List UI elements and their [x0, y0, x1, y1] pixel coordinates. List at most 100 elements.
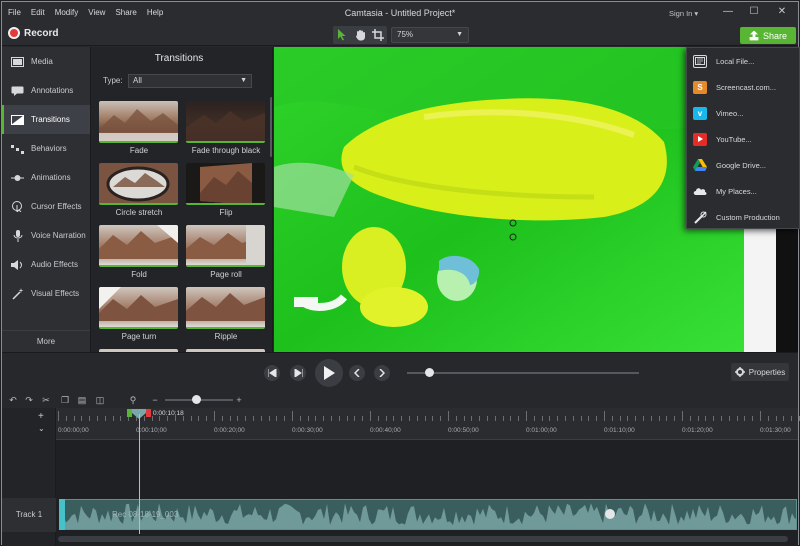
sidebar-item-animations[interactable]: Animations: [2, 163, 90, 192]
share-item-label: Google Drive...: [716, 160, 767, 170]
undo-icon[interactable]: ↶: [7, 394, 19, 406]
sidebar-item-cursor-effects[interactable]: Cursor Effects: [2, 192, 90, 221]
crop-icon[interactable]: [371, 28, 385, 42]
panel-title: Transitions: [154, 53, 204, 64]
record-label: Record: [24, 27, 59, 39]
menu-modify[interactable]: Modify: [55, 8, 79, 17]
ruler-tick: [292, 411, 293, 421]
record-icon: [8, 27, 20, 39]
sidebar-item-label: Behaviors: [31, 144, 67, 153]
transition-tile-circle-stretch[interactable]: Circle stretch: [99, 163, 179, 217]
more-button[interactable]: More: [2, 330, 90, 352]
menu-edit[interactable]: Edit: [31, 8, 45, 17]
paste-icon[interactable]: ▤: [76, 394, 88, 406]
transition-tile-page-roll[interactable]: Page roll: [186, 225, 266, 279]
sidebar-item-behaviors[interactable]: Behaviors: [2, 134, 90, 163]
previous-icon[interactable]: [349, 365, 365, 381]
redo-icon[interactable]: ↷: [23, 394, 35, 406]
cut-icon[interactable]: ✂: [40, 394, 52, 406]
share-screencast[interactable]: S Screencast.com...: [687, 74, 799, 100]
split-icon[interactable]: ◫: [94, 394, 106, 406]
menu-help[interactable]: Help: [147, 8, 163, 17]
ruler-tick: [401, 416, 403, 421]
ruler-tick-label: 0:00:10;00: [136, 427, 167, 434]
ruler-tick: [338, 416, 340, 421]
google-drive-icon: [693, 159, 707, 172]
step-back-icon[interactable]: [264, 365, 280, 381]
playhead-line: [139, 414, 140, 534]
sidebar-item-label: Annotations: [31, 86, 74, 95]
sidebar-item-visual-effects[interactable]: Visual Effects: [2, 279, 90, 308]
type-select[interactable]: All ▼: [128, 74, 252, 88]
step-forward-icon[interactable]: [290, 365, 306, 381]
chevron-down-icon: ▼: [456, 31, 463, 38]
ruler-tick: [120, 416, 122, 421]
sign-in-link[interactable]: Sign In ▾: [669, 9, 698, 18]
transition-tile-page-turn[interactable]: Page turn: [99, 287, 179, 341]
share-youtube[interactable]: YouTube...: [687, 126, 799, 152]
minimize-icon[interactable]: —: [720, 6, 736, 17]
play-button[interactable]: [315, 359, 343, 387]
transition-tile-fold[interactable]: Fold: [99, 225, 179, 279]
zoom-out-icon[interactable]: −: [149, 394, 161, 406]
ruler-tick: [658, 416, 660, 421]
sidebar-item-annotations[interactable]: Annotations: [2, 76, 90, 105]
zoom-in-icon[interactable]: +: [233, 394, 245, 406]
ruler-tick: [744, 416, 746, 421]
transition-tile-flip[interactable]: Flip: [186, 163, 266, 217]
share-custom-production[interactable]: Custom Production: [687, 204, 799, 230]
ruler-tick: [276, 416, 278, 421]
menu-share[interactable]: Share: [115, 8, 136, 17]
collapse-tracks-icon[interactable]: ⌄: [38, 424, 45, 433]
transition-icon: [11, 114, 24, 125]
ruler-tick: [354, 416, 356, 421]
ruler-tick-label: 0:00:30;00: [292, 427, 323, 434]
share-button[interactable]: Share: [740, 27, 796, 44]
transition-tile-fade-through-black[interactable]: Fade through black: [186, 101, 266, 155]
clip-keyframe-handle[interactable]: [605, 509, 615, 519]
share-google-drive[interactable]: Google Drive...: [687, 152, 799, 178]
maximize-icon[interactable]: ☐: [746, 6, 762, 17]
menu-view[interactable]: View: [88, 8, 105, 17]
chevron-down-icon: ▼: [240, 77, 247, 84]
ruler-tick: [650, 416, 652, 421]
sidebar-item-audio-effects[interactable]: Audio Effects: [2, 250, 90, 279]
hand-pan-icon[interactable]: [353, 28, 367, 42]
sidebar-item-media[interactable]: Media: [2, 47, 90, 76]
screencast-icon: S: [693, 80, 707, 94]
ruler-tick: [377, 416, 379, 421]
ruler-tick: [767, 416, 769, 421]
ruler-tick: [65, 416, 67, 421]
timeline-zoom-handle[interactable]: [192, 395, 201, 404]
share-vimeo[interactable]: v Vimeo...: [687, 100, 799, 126]
transition-tile-ripple[interactable]: Ripple: [186, 287, 266, 341]
panel-scrollbar[interactable]: [270, 97, 272, 157]
type-label: Type:: [103, 76, 123, 85]
scrub-handle[interactable]: [425, 368, 434, 377]
local-file-icon: [693, 54, 707, 68]
transition-tile-fade[interactable]: Fade: [99, 101, 179, 155]
arrow-pointer-icon[interactable]: [335, 28, 349, 42]
ruler-tick: [752, 416, 754, 421]
timeline-horizontal-scrollbar[interactable]: [58, 536, 788, 542]
scrub-track[interactable]: [407, 372, 639, 374]
share-dropdown-menu: Local File... S Screencast.com... v Vime…: [686, 47, 800, 229]
share-local-file[interactable]: Local File...: [687, 48, 799, 74]
clip-start-handle[interactable]: [59, 499, 65, 530]
close-icon[interactable]: ✕: [774, 6, 790, 17]
audio-video-clip[interactable]: Rec 08-18-19_003: [59, 499, 797, 530]
search-zoom-icon[interactable]: ⚲: [127, 394, 139, 406]
ruler-tick: [689, 416, 691, 421]
copy-icon[interactable]: ❐: [59, 394, 71, 406]
share-my-places[interactable]: My Places...: [687, 178, 799, 204]
sidebar-item-voice-narration[interactable]: Voice Narration: [2, 221, 90, 250]
zoom-value: 75%: [397, 30, 414, 39]
menu-file[interactable]: File: [8, 8, 21, 17]
ruler-tick: [541, 416, 543, 421]
next-icon[interactable]: [374, 365, 390, 381]
zoom-select[interactable]: 75% ▼: [391, 27, 469, 43]
record-button[interactable]: Record: [8, 27, 58, 39]
add-track-icon[interactable]: +: [38, 411, 44, 422]
sidebar-item-transitions[interactable]: Transitions: [2, 105, 90, 134]
properties-button[interactable]: Properties: [731, 363, 789, 381]
